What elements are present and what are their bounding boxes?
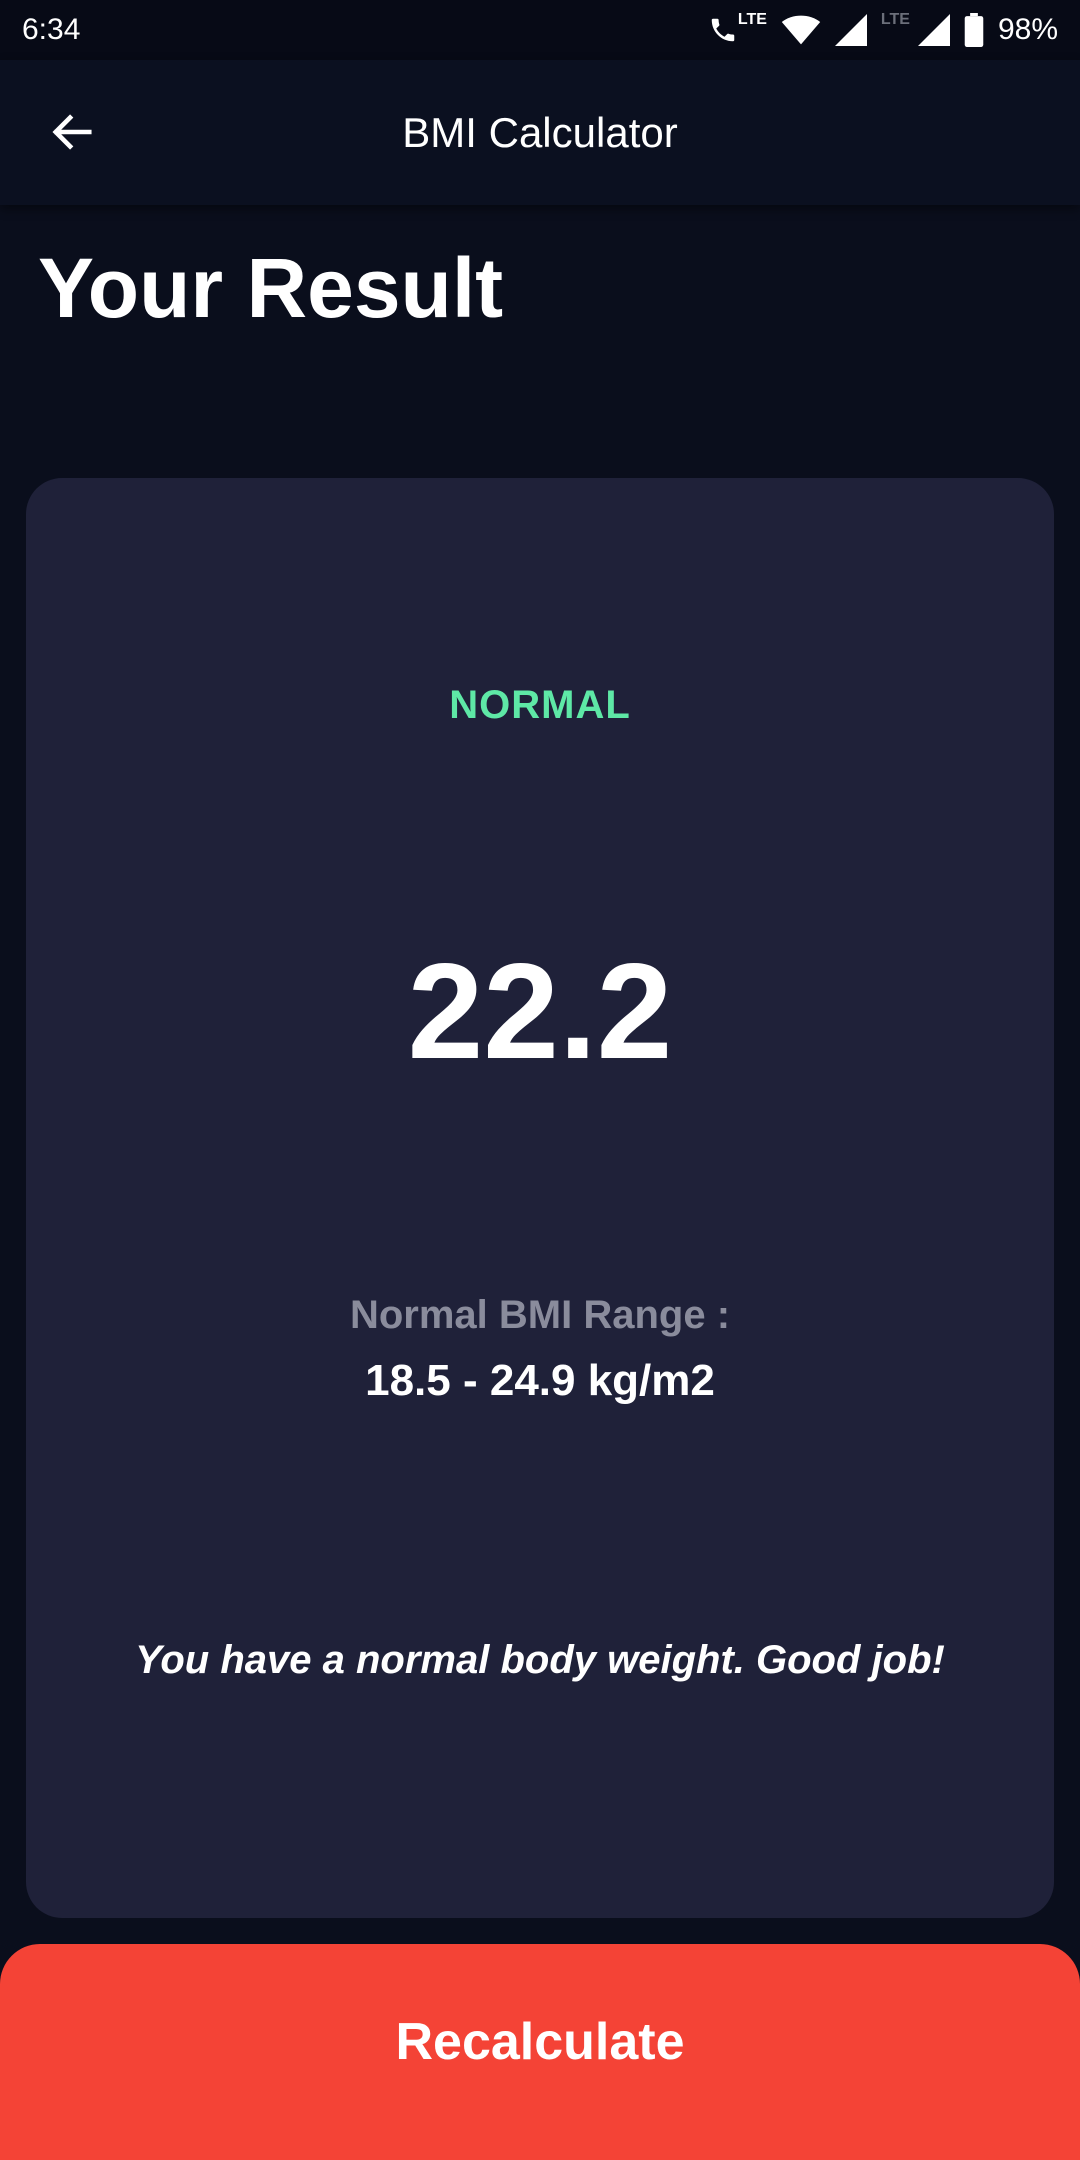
status-icons: LTE LTE 98% xyxy=(708,11,1058,47)
bmi-value: 22.2 xyxy=(407,935,673,1087)
battery-percent: 98% xyxy=(997,13,1058,46)
volte-call-icon: LTE xyxy=(708,11,767,45)
lte-label: LTE xyxy=(737,11,767,28)
signal-icon xyxy=(834,14,867,46)
result-card: NORMAL 22.2 Normal BMI Range : 18.5 - 24… xyxy=(26,478,1054,1918)
battery-icon xyxy=(964,13,984,47)
app-title: BMI Calculator xyxy=(402,108,678,156)
app-bar: BMI Calculator xyxy=(0,60,1080,205)
recalculate-button[interactable]: Recalculate xyxy=(0,1944,1080,2160)
status-time: 6:34 xyxy=(22,13,81,46)
wifi-icon xyxy=(781,14,821,46)
back-button[interactable] xyxy=(38,100,106,168)
result-message: You have a normal body weight. Good job! xyxy=(135,1638,945,1682)
normal-range-label: Normal BMI Range : xyxy=(349,1293,731,1337)
lte-label-secondary: LTE xyxy=(880,11,910,28)
normal-range-value: 18.5 - 24.9 kg/m2 xyxy=(365,1356,715,1405)
status-bar: 6:34 LTE LTE 98% xyxy=(0,0,1080,60)
signal-icon-secondary xyxy=(917,14,950,46)
arrow-left-icon xyxy=(49,109,95,160)
bmi-status-label: NORMAL xyxy=(449,683,631,727)
page-title: Your Result xyxy=(38,241,504,335)
